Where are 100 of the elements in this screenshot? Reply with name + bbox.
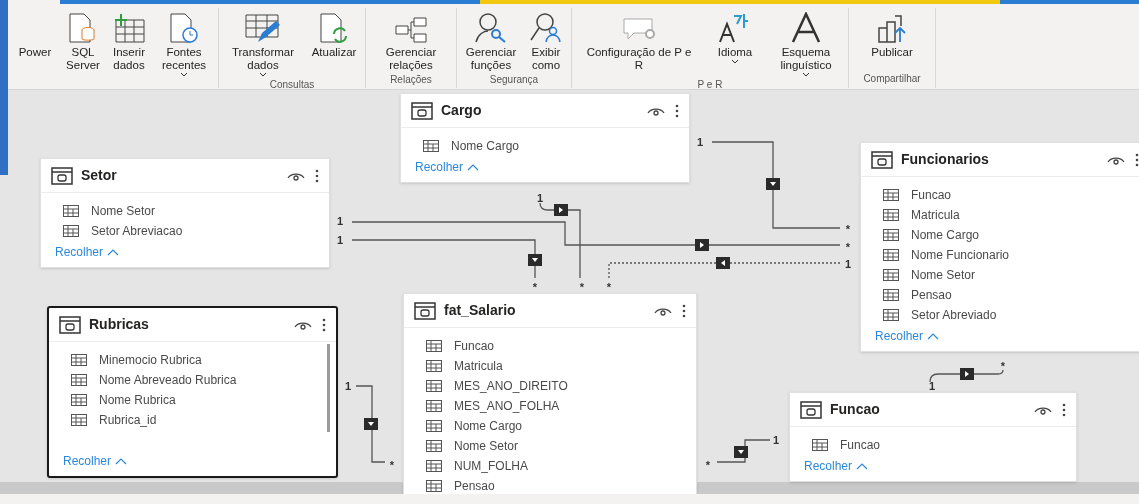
cardinality-label: 1 [536,192,544,204]
cardinality-label: 1 [696,136,704,148]
cardinality-label: * [845,223,851,235]
more-options-icon[interactable] [1062,402,1066,417]
relationship-line[interactable] [929,368,1004,383]
table-card[interactable]: Cargo Nome Cargo Recolher [400,93,690,183]
ribbon-button[interactable]: Transformar dados [221,8,305,77]
more-options-icon[interactable] [682,303,686,318]
scrollbar[interactable] [327,344,330,432]
collapse-link[interactable]: Recolher [790,455,883,481]
ribbon-button[interactable]: Idioma [704,8,766,64]
file-refresh-icon [318,12,350,44]
ribbon-button[interactable]: Fontes recentes [152,8,216,77]
column-icon [812,439,828,451]
group-label: Compartilhar [863,72,921,86]
table-title: Cargo [441,101,483,120]
field-name: Setor Abreviacao [91,223,183,240]
chevron-up-icon[interactable] [927,332,940,340]
column-icon [426,380,442,392]
field-name: Matricula [911,207,960,224]
collapse-link[interactable]: Recolher [49,450,142,476]
column-icon [426,360,442,372]
group-label: Segurança [489,73,539,87]
column-icon [883,249,899,261]
field-name: Funcao [911,187,952,204]
cardinality-label: * [532,281,538,293]
collapse-link[interactable]: Recolher [861,325,954,351]
column-icon [426,480,442,492]
field-name: Nome Rubrica [99,392,176,409]
relationship-line[interactable] [351,239,542,279]
relationship-line[interactable] [716,439,771,463]
table-card[interactable]: Funcionarios Funcao Matricula Nome Cargo Nome Funcionario Nome Setor Pensao Setor Abreviado Recolher [860,142,1139,352]
table-icon [871,150,893,169]
column-icon [71,354,87,366]
cardinality-label: * [389,459,395,471]
table-card[interactable]: Setor Nome Setor Setor Abreviacao Recolher [40,158,330,268]
column-icon [63,205,79,217]
field-name: Funcao [840,437,881,454]
group-label: Relações [390,73,432,87]
table-icon [59,315,81,334]
group-label: Consultas [269,78,315,92]
ribbon-button[interactable]: Atualizar [305,8,363,59]
database-file-icon [68,12,98,44]
relationship-line[interactable] [355,385,386,463]
collapse-link[interactable]: Recolher [41,241,134,267]
column-icon [426,420,442,432]
collapse-link[interactable]: Recolher [401,156,494,182]
chevron-up-icon[interactable] [856,462,869,470]
ribbon-button[interactable]: Exibir como [523,8,569,72]
more-options-icon[interactable] [1135,152,1139,167]
column-icon [71,394,87,406]
field-name: Minemocio Rubrica [99,352,202,369]
publish-icon [876,14,908,44]
column-icon [883,209,899,221]
relationship-icon [394,16,428,44]
chevron-up-icon[interactable] [115,457,128,465]
cardinality-label: 1 [928,380,936,392]
relationship-line[interactable] [608,257,841,279]
field-name: Nome Cargo [451,138,520,155]
field-name: Setor Abreviado [911,307,997,324]
ribbon-button[interactable]: Gerenciar funções [459,8,523,72]
column-icon [423,140,439,152]
column-icon [71,374,87,386]
column-icon [883,189,899,201]
table-card[interactable]: Funcao Funcao Recolher [789,392,1077,482]
more-options-icon[interactable] [675,103,679,118]
column-icon [883,289,899,301]
field-name: Funcao [454,338,495,355]
chevron-up-icon[interactable] [107,248,120,256]
field-name: Pensao [454,478,495,494]
chevron-up-icon[interactable] [467,163,480,171]
column-icon [883,269,899,281]
column-icon [426,400,442,412]
field-name: MES_ANO_FOLHA [454,398,560,415]
column-icon [426,340,442,352]
cardinality-label: 1 [844,258,852,270]
ribbon-button[interactable]: Inserir dados [106,8,152,72]
column-icon [883,229,899,241]
ribbon-button[interactable]: Gerenciar relações [368,8,454,72]
column-icon [426,460,442,472]
ribbon-button[interactable]: SQL Server [60,8,106,72]
field-name: Rubrica_id [99,412,157,429]
table-title: Funcionarios [901,150,990,169]
cardinality-label: * [606,281,612,293]
table-card[interactable]: Rubricas Minemocio Rubrica Nome Abreveado Rubrica Nome Rubrica Rubrica_id Recolher [47,306,338,478]
ribbon-button[interactable]: Power [10,8,60,59]
table-icon [411,101,433,120]
ribbon-button[interactable]: Publicar [851,8,933,59]
table-icon [414,301,436,320]
ribbon-button[interactable]: Esquema linguístico [766,8,846,77]
ribbon-button[interactable]: Configuração de P e R [574,8,704,72]
column-icon [71,414,87,426]
cardinality-label: 1 [336,234,344,246]
more-options-icon[interactable] [322,317,326,332]
field-name: Matricula [454,358,503,375]
relationship-line[interactable] [539,202,581,279]
group-label: P e R [697,78,723,92]
file-clock-icon [168,12,200,44]
table-card[interactable]: fat_Salario Funcao Matricula MES_ANO_DIREITO MES_ANO_FOLHA Nome Cargo Nome Setor NUM_FOLHA Pensao [403,293,697,494]
more-options-icon[interactable] [315,168,319,183]
